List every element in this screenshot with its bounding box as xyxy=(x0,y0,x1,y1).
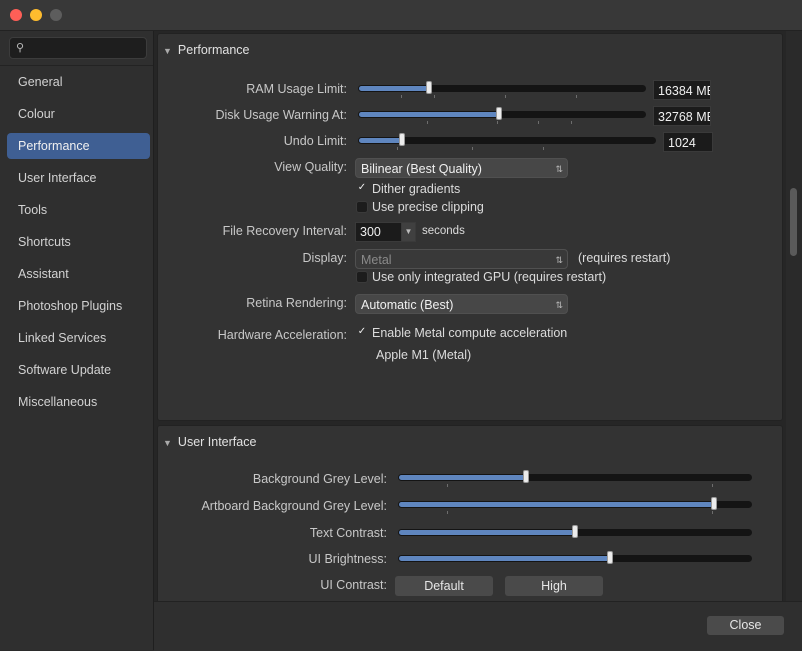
performance-section-header[interactable]: ▼ Performance xyxy=(163,40,249,60)
display-select: Metal ⇅ xyxy=(355,249,568,269)
text-contrast-slider[interactable] xyxy=(398,525,752,538)
title-bar xyxy=(0,0,802,31)
display-value: Metal xyxy=(361,253,392,267)
sidebar-divider xyxy=(0,65,153,66)
precise-clipping-label: Use precise clipping xyxy=(372,200,484,214)
text-contrast-label: Text Contrast: xyxy=(309,526,387,540)
undo-value-field[interactable]: 1024 xyxy=(663,132,713,152)
ram-value-field[interactable]: 16384 MB xyxy=(653,80,711,100)
user-interface-panel: ▼ User Interface Background Grey Level: A… xyxy=(157,425,783,607)
ram-label: RAM Usage Limit: xyxy=(246,82,347,96)
disk-label: Disk Usage Warning At: xyxy=(215,108,347,122)
sidebar-item-colour[interactable]: Colour xyxy=(7,101,150,127)
slider-thumb[interactable] xyxy=(607,551,613,564)
view-quality-value: Bilinear (Best Quality) xyxy=(361,162,482,176)
minimize-window-button[interactable] xyxy=(30,9,42,21)
bg-grey-label: Background Grey Level: xyxy=(252,472,387,486)
scrollbar-thumb[interactable] xyxy=(790,188,797,256)
performance-panel: ▼ Performance RAM Usage Limit: 16384 MB D… xyxy=(157,33,783,421)
integrated-gpu-label: Use only integrated GPU (requires restar… xyxy=(372,270,607,284)
search-icon: ⚲ xyxy=(16,42,25,54)
file-recovery-combo[interactable]: 300 ▼ xyxy=(355,222,416,242)
chevron-updown-icon: ⇅ xyxy=(555,255,563,265)
close-button[interactable]: Close xyxy=(707,616,784,635)
sidebar-item-user-interface[interactable]: User Interface xyxy=(7,165,150,191)
performance-title: Performance xyxy=(177,43,250,57)
footer-bar: Close xyxy=(154,601,802,651)
sidebar-item-tools[interactable]: Tools xyxy=(7,197,150,223)
chevron-updown-icon: ⇅ xyxy=(555,164,563,174)
sidebar-item-photoshop-plugins[interactable]: Photoshop Plugins xyxy=(7,293,150,319)
user-interface-title: User Interface xyxy=(177,435,257,449)
ui-brightness-label: UI Brightness: xyxy=(308,552,387,566)
close-window-button[interactable] xyxy=(10,9,22,21)
chevron-down-icon[interactable]: ▼ xyxy=(401,223,415,241)
chevron-updown-icon: ⇅ xyxy=(555,300,563,310)
sidebar: ⚲ General Colour Performance User Interface… xyxy=(0,31,154,650)
ui-contrast-default-button[interactable]: Default xyxy=(395,576,493,596)
artboard-grey-label: Artboard Background Grey Level: xyxy=(201,499,387,513)
view-quality-select[interactable]: Bilinear (Best Quality) ⇅ xyxy=(355,158,568,178)
file-recovery-label: File Recovery Interval: xyxy=(222,224,347,238)
user-interface-section-header[interactable]: ▼ User Interface xyxy=(163,432,256,452)
search-input[interactable]: ⚲ xyxy=(9,37,147,59)
dither-gradients-label: Dither gradients xyxy=(372,182,461,196)
dither-gradients-checkbox[interactable]: ✓ xyxy=(356,183,368,195)
precise-clipping-checkbox[interactable] xyxy=(356,201,368,213)
seconds-unit: seconds xyxy=(422,225,465,237)
slider-thumb[interactable] xyxy=(523,470,529,483)
slider-thumb[interactable] xyxy=(426,81,432,94)
sidebar-item-linked-services[interactable]: Linked Services xyxy=(7,325,150,351)
chevron-down-icon: ▼ xyxy=(163,438,172,448)
disk-value-field[interactable]: 32768 MB xyxy=(653,106,711,126)
sidebar-item-miscellaneous[interactable]: Miscellaneous xyxy=(7,389,150,415)
undo-label: Undo Limit: xyxy=(283,134,347,148)
sidebar-item-shortcuts[interactable]: Shortcuts xyxy=(7,229,150,255)
retina-value: Automatic (Best) xyxy=(361,298,454,312)
display-restart-note: (requires restart) xyxy=(578,251,671,265)
sidebar-item-software-update[interactable]: Software Update xyxy=(7,357,150,383)
preferences-window: ⚲ General Colour Performance User Interface… xyxy=(0,0,802,651)
ram-slider[interactable] xyxy=(358,81,646,94)
vertical-scrollbar[interactable] xyxy=(786,31,802,601)
undo-slider[interactable] xyxy=(358,133,656,146)
file-recovery-value: 300 xyxy=(360,225,381,239)
integrated-gpu-checkbox[interactable] xyxy=(356,271,368,283)
metal-compute-label: Enable Metal compute acceleration xyxy=(372,326,568,340)
artboard-grey-slider[interactable] xyxy=(398,497,752,510)
zoom-window-button[interactable] xyxy=(50,9,62,21)
display-label: Display: xyxy=(302,251,347,265)
disk-slider[interactable] xyxy=(358,107,646,120)
sidebar-item-performance[interactable]: Performance xyxy=(7,133,150,159)
sidebar-item-assistant[interactable]: Assistant xyxy=(7,261,150,287)
view-quality-label: View Quality: xyxy=(274,160,347,174)
ui-contrast-label: UI Contrast: xyxy=(320,578,387,592)
retina-label: Retina Rendering: xyxy=(246,296,347,310)
settings-content: ▼ Performance RAM Usage Limit: 16384 MB D… xyxy=(154,31,786,607)
slider-thumb[interactable] xyxy=(711,497,717,510)
ui-brightness-slider[interactable] xyxy=(398,551,752,564)
slider-thumb[interactable] xyxy=(399,133,405,146)
sidebar-item-general[interactable]: General xyxy=(7,69,150,95)
ui-contrast-high-button[interactable]: High xyxy=(505,576,603,596)
slider-thumb[interactable] xyxy=(496,107,502,120)
slider-thumb[interactable] xyxy=(572,525,578,538)
chevron-down-icon: ▼ xyxy=(163,46,172,56)
metal-compute-checkbox[interactable]: ✓ xyxy=(356,327,368,339)
hw-accel-label: Hardware Acceleration: xyxy=(217,328,347,342)
retina-select[interactable]: Automatic (Best) ⇅ xyxy=(355,294,568,314)
gpu-device-name: Apple M1 (Metal) xyxy=(376,348,472,362)
bg-grey-slider[interactable] xyxy=(398,470,752,483)
